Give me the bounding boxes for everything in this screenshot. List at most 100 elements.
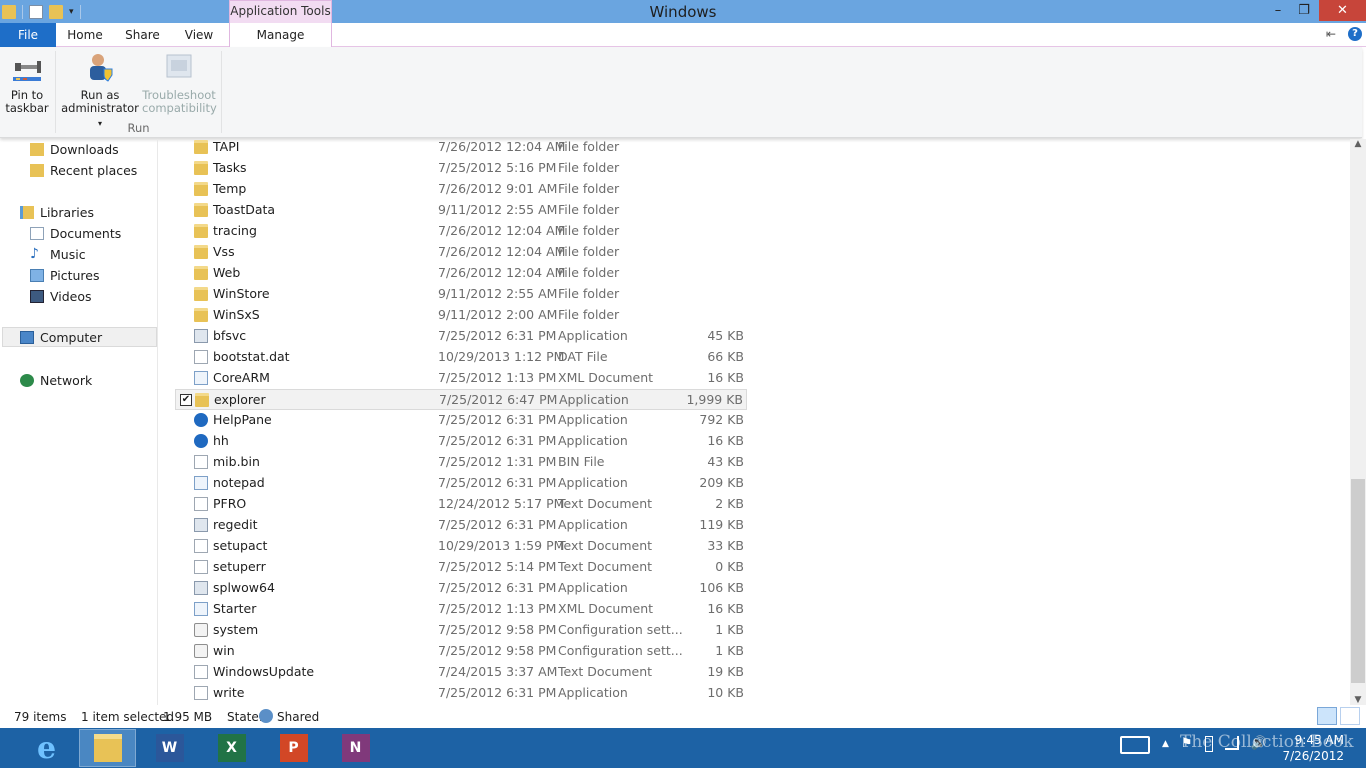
pin-icon: [13, 61, 41, 81]
file-date: 7/25/2012 6:47 PM: [439, 392, 558, 407]
file-name: CoreARM: [213, 370, 270, 385]
file-size: 792 KB: [699, 412, 744, 427]
file-row[interactable]: setuperr 7/25/2012 5:14 PM Text Document 0 …: [175, 557, 747, 578]
file-row[interactable]: win 7/25/2012 9:58 PM Configuration sett..…: [175, 641, 747, 662]
nav-item-videos[interactable]: Videos: [30, 286, 92, 306]
file-row[interactable]: WindowsUpdate 7/24/2015 3:37 AM Text Docum…: [175, 662, 747, 683]
file-row[interactable]: notepad 7/25/2012 6:31 PM Application 209 K…: [175, 473, 747, 494]
selected-count: 1 item selected: [81, 710, 175, 724]
file-date: 7/25/2012 6:31 PM: [438, 412, 557, 427]
show-hidden-icons-icon[interactable]: ▲: [1162, 736, 1169, 754]
close-button[interactable]: ✕: [1319, 0, 1366, 21]
file-row[interactable]: Vss 7/26/2012 12:04 AM File folder: [175, 242, 747, 263]
troubleshoot-compatibility-button[interactable]: Troubleshoot compatibility: [142, 51, 217, 115]
nav-item-recent-places[interactable]: Recent places: [30, 160, 137, 180]
file-size: 19 KB: [707, 664, 744, 679]
tab-home[interactable]: Home: [56, 23, 114, 47]
details-view-button[interactable]: [1317, 707, 1337, 725]
file-row[interactable]: hh 7/25/2012 6:31 PM Application 16 KB: [175, 431, 747, 452]
taskbar-internet-explorer[interactable]: e: [18, 729, 75, 767]
file-row[interactable]: CoreARM 7/25/2012 1:13 PM XML Document 16 K…: [175, 368, 747, 389]
file-size: 16 KB: [707, 433, 744, 448]
printer-icon: [194, 581, 208, 595]
notepad-icon: [194, 476, 208, 490]
folder-icon: [194, 224, 208, 238]
file-row[interactable]: PFRO 12/24/2012 5:17 PM Text Document 2 KB: [175, 494, 747, 515]
nav-item-pictures[interactable]: Pictures: [30, 265, 100, 285]
keyboard-icon[interactable]: [1120, 736, 1150, 754]
file-name: tracing: [213, 223, 257, 238]
large-icons-view-button[interactable]: [1340, 707, 1360, 725]
troubleshoot-label-line2: compatibility: [142, 101, 217, 115]
file-row[interactable]: HelpPane 7/25/2012 6:31 PM Application 792 …: [175, 410, 747, 431]
nav-label: Pictures: [50, 267, 100, 283]
scroll-up-icon[interactable]: ▲: [1350, 139, 1366, 149]
file-row[interactable]: Web 7/26/2012 12:04 AM File folder: [175, 263, 747, 284]
file-size: 119 KB: [699, 517, 744, 532]
file-size: 16 KB: [707, 370, 744, 385]
minimize-button[interactable]: –: [1264, 0, 1292, 21]
file-type: Application: [558, 475, 628, 490]
tab-view[interactable]: View: [171, 23, 227, 47]
file-date: 7/26/2012 9:01 AM: [438, 181, 558, 196]
file-row[interactable]: write 7/25/2012 6:31 PM Application 10 KB: [175, 683, 747, 704]
run-as-administrator-button[interactable]: Run as administrator ▾: [60, 51, 140, 130]
file-name: setupact: [213, 538, 268, 553]
folder-icon: [194, 308, 208, 322]
file-row[interactable]: bootstat.dat 10/29/2013 1:12 PM DAT File 66…: [175, 347, 747, 368]
nav-item-downloads[interactable]: Downloads: [30, 139, 119, 159]
taskbar-excel[interactable]: X: [203, 729, 260, 767]
file-row[interactable]: ✔ explorer 7/25/2012 6:47 PM Application 1,9…: [175, 389, 747, 410]
nav-item-computer[interactable]: Computer: [2, 327, 157, 347]
nav-item-music[interactable]: ♪ Music: [30, 244, 86, 264]
taskbar-powerpoint[interactable]: P: [265, 729, 322, 767]
nav-item-documents[interactable]: Documents: [30, 223, 121, 243]
pin-ribbon-icon[interactable]: ⇤: [1326, 27, 1336, 41]
file-size: 16 KB: [707, 601, 744, 616]
nav-item-libraries[interactable]: Libraries: [20, 202, 94, 222]
file-row[interactable]: ToastData 9/11/2012 2:55 AM File folder: [175, 200, 747, 221]
file-size: 209 KB: [699, 475, 744, 490]
help-icon[interactable]: ?: [1348, 27, 1362, 41]
file-date: 10/29/2013 1:59 PM: [438, 538, 565, 553]
taskbar-file-explorer[interactable]: [79, 729, 136, 767]
scroll-down-icon[interactable]: ▼: [1350, 695, 1366, 705]
status-bar: 79 items 1 item selected 1.95 MB State: …: [0, 706, 1366, 728]
ribbon-panel: Pin to taskbar Run as administrator ▾ Tr…: [0, 47, 1362, 138]
tab-manage[interactable]: Manage: [229, 23, 332, 47]
file-row[interactable]: tracing 7/26/2012 12:04 AM File folder: [175, 221, 747, 242]
file-row[interactable]: Temp 7/26/2012 9:01 AM File folder: [175, 179, 747, 200]
file-row[interactable]: mib.bin 7/25/2012 1:31 PM BIN File 43 KB: [175, 452, 747, 473]
row-checkbox[interactable]: ✔: [180, 394, 192, 406]
file-icon: [194, 350, 208, 364]
scrollbar-thumb[interactable]: [1351, 479, 1365, 683]
file-row[interactable]: WinStore 9/11/2012 2:55 AM File folder: [175, 284, 747, 305]
file-row[interactable]: WinSxS 9/11/2012 2:00 AM File folder: [175, 305, 747, 326]
tab-share[interactable]: Share: [114, 23, 171, 47]
taskbar: e W X P N ▲ ⚑ 🔊 9:45 AM 7/26/2012: [0, 728, 1366, 768]
file-row[interactable]: system 7/25/2012 9:58 PM Configuration set…: [175, 620, 747, 641]
file-row[interactable]: Starter 7/25/2012 1:13 PM XML Document 16 K…: [175, 599, 747, 620]
file-row[interactable]: regedit 7/25/2012 6:31 PM Application 119 K…: [175, 515, 747, 536]
file-name: WinSxS: [213, 307, 260, 322]
file-date: 7/26/2012 12:04 AM: [438, 244, 566, 259]
file-row[interactable]: setupact 10/29/2013 1:59 PM Text Document 3…: [175, 536, 747, 557]
file-row[interactable]: splwow64 7/25/2012 6:31 PM Application 106 …: [175, 578, 747, 599]
taskbar-onenote[interactable]: N: [327, 729, 384, 767]
hh-icon: [194, 434, 208, 448]
file-type: DAT File: [558, 349, 608, 364]
nav-label: Recent places: [50, 162, 138, 178]
file-name: system: [213, 622, 259, 637]
file-row[interactable]: Tasks 7/25/2012 5:16 PM File folder: [175, 158, 747, 179]
vertical-scrollbar[interactable]: ▲ ▼: [1350, 139, 1366, 705]
restore-button[interactable]: ❐: [1290, 0, 1318, 21]
file-row[interactable]: TAPI 7/26/2012 12:04 AM File folder: [175, 137, 747, 158]
file-size: 66 KB: [707, 349, 744, 364]
nav-item-network[interactable]: Network: [20, 370, 92, 390]
file-name: HelpPane: [213, 412, 272, 427]
taskbar-word[interactable]: W: [141, 729, 198, 767]
pin-to-taskbar-button[interactable]: Pin to taskbar: [4, 51, 50, 115]
tab-file[interactable]: File: [0, 23, 56, 47]
file-date: 7/25/2012 9:58 PM: [438, 622, 557, 637]
file-row[interactable]: bfsvc 7/25/2012 6:31 PM Application 45 KB: [175, 326, 747, 347]
